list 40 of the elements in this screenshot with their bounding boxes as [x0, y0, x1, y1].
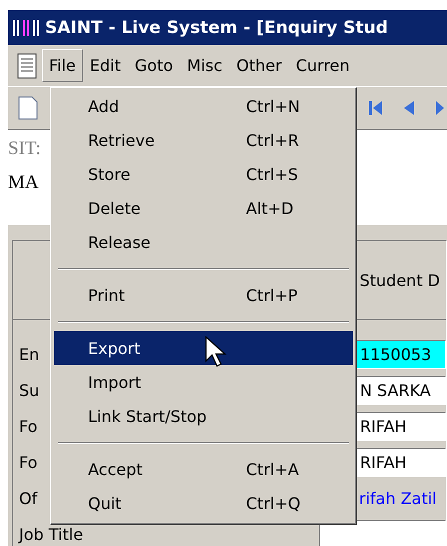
previous-icon[interactable] [403, 99, 415, 117]
menu-item[interactable]: Delete Alt+D [54, 191, 353, 225]
group-heading: Student D [360, 270, 440, 290]
link[interactable]: rifah Zatil [356, 484, 446, 512]
input-field[interactable]: RIFAH [356, 412, 446, 440]
field-label: En [19, 344, 40, 364]
menu-item[interactable]: Print Ctrl+P [54, 278, 353, 312]
menu-item[interactable]: Release [54, 225, 353, 259]
menu-item[interactable]: Quit Ctrl+Q [54, 486, 353, 520]
first-record-icon[interactable] [369, 99, 383, 117]
input-field[interactable] [319, 520, 446, 546]
header-text: SIT: [8, 138, 41, 160]
input-field[interactable]: N SARKA [356, 376, 446, 404]
mouse-pointer-icon [205, 336, 227, 368]
new-document-icon[interactable] [18, 96, 38, 120]
menu-item[interactable]: Accept Ctrl+A [54, 452, 353, 486]
menu-bar-item[interactable]: File [42, 49, 83, 82]
next-icon[interactable] [435, 99, 445, 117]
header-text: MA [8, 172, 39, 194]
field-label: Of [19, 488, 38, 508]
menu-bar-item[interactable]: Curren [288, 49, 357, 82]
menu-bar-item[interactable]: Edit [82, 49, 128, 82]
menu-item[interactable]: Add Ctrl+N [54, 89, 353, 123]
input-field[interactable]: 1150053 [356, 340, 446, 368]
menu-bar-item[interactable]: Misc [180, 49, 230, 82]
menu-item[interactable]: Link Start/Stop [54, 399, 353, 433]
field-label: Su [19, 380, 40, 400]
field-label: Fo [19, 416, 38, 436]
input-field[interactable]: RIFAH [356, 448, 446, 476]
field-label: Fo [19, 452, 38, 472]
menu-item[interactable]: Export [54, 331, 353, 365]
menu-item[interactable]: Store Ctrl+S [54, 157, 353, 191]
document-icon[interactable] [16, 52, 38, 78]
menu-bar-item[interactable]: Goto [128, 49, 180, 82]
field-label: Job Title [19, 524, 84, 544]
menu-bar-item[interactable]: Other [229, 49, 289, 82]
app-logo-icon [12, 18, 42, 38]
window-title: SAINT - Live System - [Enquiry Stud [45, 18, 388, 38]
menu-item[interactable]: Retrieve Ctrl+R [54, 123, 353, 157]
menu-item[interactable]: Import [54, 365, 353, 399]
